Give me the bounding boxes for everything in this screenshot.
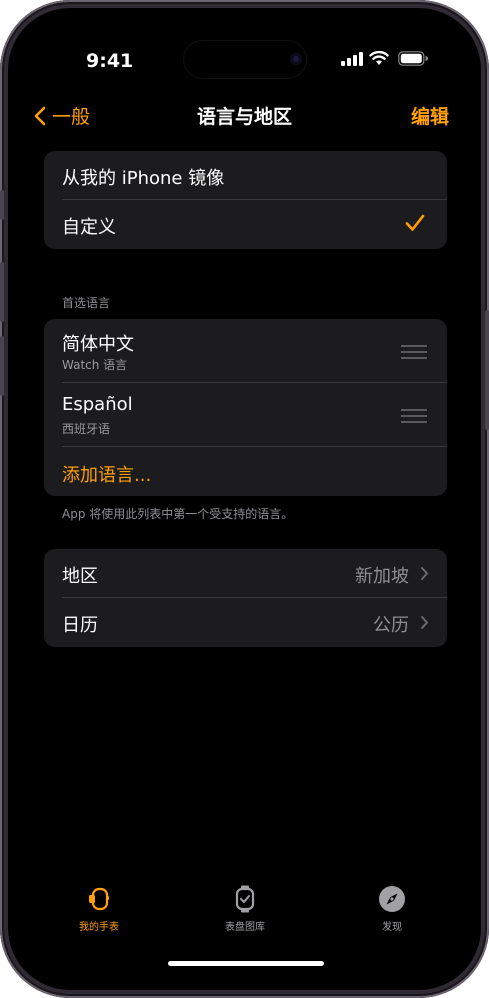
custom-row[interactable]: 自定义 xyxy=(44,200,447,249)
cellular-signal-icon xyxy=(341,52,363,66)
preferred-languages-footer: App 将使用此列表中第一个受支持的语言。 xyxy=(62,507,294,521)
language-mode-group: 从我的 iPhone 镜像 自定义 xyxy=(44,151,447,249)
status-bar: 9:41 xyxy=(8,8,481,78)
region-group: 地区 新加坡 日历 公历 xyxy=(44,549,447,647)
wifi-icon xyxy=(369,50,389,65)
watch-face-gallery-icon xyxy=(235,885,255,913)
checkmark-icon xyxy=(405,214,425,231)
home-indicator[interactable] xyxy=(168,961,324,966)
add-language-button[interactable]: 添加语言... xyxy=(44,447,447,496)
volume-up-button xyxy=(0,262,4,322)
region-label: 地区 xyxy=(62,566,98,587)
edit-button[interactable]: 编辑 xyxy=(411,102,449,129)
calendar-row[interactable]: 日历 公历 xyxy=(44,598,447,647)
tab-my-watch[interactable]: 我的手表 xyxy=(49,884,149,933)
reorder-handle-icon[interactable] xyxy=(401,409,427,427)
language-row[interactable]: Español 西班牙语 xyxy=(44,383,447,447)
tab-face-gallery[interactable]: 表盘图库 xyxy=(195,884,295,933)
status-time: 9:41 xyxy=(86,50,134,72)
tab-label: 表盘图库 xyxy=(225,922,265,933)
language-name: 简体中文 xyxy=(62,334,134,355)
silent-switch xyxy=(0,190,4,220)
tab-bar: 我的手表 表盘图库 发现 xyxy=(8,884,481,944)
battery-icon xyxy=(398,51,428,66)
language-subtitle: Watch 语言 xyxy=(62,358,128,372)
phone-frame: 9:41 一般 语言与地区 编辑 从我的 iPhone 镜像 自定义 首选语言 … xyxy=(0,0,489,998)
screen: 9:41 一般 语言与地区 编辑 从我的 iPhone 镜像 自定义 首选语言 … xyxy=(8,8,481,990)
compass-icon xyxy=(379,886,405,912)
mirror-iphone-row[interactable]: 从我的 iPhone 镜像 xyxy=(44,151,447,200)
custom-label: 自定义 xyxy=(62,217,116,238)
add-language-label: 添加语言... xyxy=(62,465,152,486)
preferred-languages-header: 首选语言 xyxy=(62,296,111,310)
mirror-iphone-label: 从我的 iPhone 镜像 xyxy=(62,168,225,189)
dynamic-island xyxy=(184,41,306,78)
region-value: 新加坡 xyxy=(355,566,409,587)
navigation-bar: 一般 语言与地区 编辑 xyxy=(8,96,481,136)
power-button xyxy=(485,310,489,430)
calendar-value: 公历 xyxy=(373,615,409,636)
language-name: Español xyxy=(62,394,133,415)
calendar-label: 日历 xyxy=(62,615,98,636)
chevron-right-icon xyxy=(421,616,428,629)
watch-icon xyxy=(89,887,109,911)
preferred-languages-group: 简体中文 Watch 语言 Español 西班牙语 添加语言... xyxy=(44,319,447,496)
volume-down-button xyxy=(0,336,4,396)
tab-discover[interactable]: 发现 xyxy=(342,884,442,933)
camera-icon xyxy=(290,53,302,65)
chevron-right-icon xyxy=(421,567,428,580)
tab-label: 发现 xyxy=(382,922,402,933)
language-subtitle: 西班牙语 xyxy=(62,422,111,436)
region-row[interactable]: 地区 新加坡 xyxy=(44,549,447,598)
tab-label: 我的手表 xyxy=(79,922,119,933)
language-row[interactable]: 简体中文 Watch 语言 xyxy=(44,319,447,383)
reorder-handle-icon[interactable] xyxy=(401,345,427,363)
